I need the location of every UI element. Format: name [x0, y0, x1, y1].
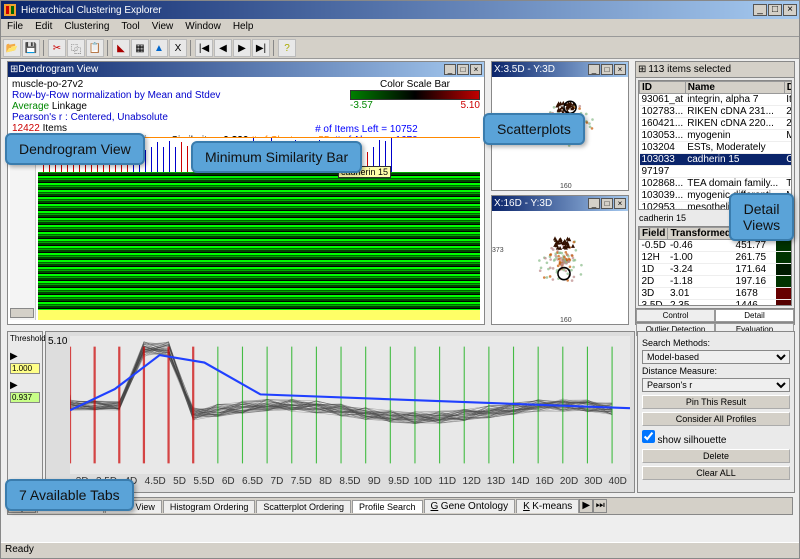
menu-clustering[interactable]: Clustering: [64, 21, 109, 34]
threshold-2[interactable]: 0.937: [10, 392, 40, 403]
scatterplot-2: X:16D - Y:3D_□× 160 373: [491, 195, 629, 325]
statusbar: Ready: [1, 542, 799, 558]
table-row[interactable]: 97197: [640, 166, 793, 178]
tool-b-icon[interactable]: ▦: [131, 39, 149, 57]
table-row[interactable]: 1D-3.24171.64: [640, 264, 793, 276]
dendrogram-pane: ⊞ Dendrogram View _□× muscle-po-27v2 Row…: [7, 61, 485, 325]
tab-histogram[interactable]: Histogram Ordering: [163, 500, 256, 513]
app-icon: [3, 3, 17, 17]
tab-nav-last-icon[interactable]: ⏭: [593, 499, 607, 513]
table-row[interactable]: 3.5D2.351446: [640, 300, 793, 307]
menu-file[interactable]: File: [7, 21, 23, 34]
distance-measure-select[interactable]: Pearson's r: [642, 378, 790, 392]
table-row[interactable]: 93061_atintegrin, alpha 7Itga7;alpha: [640, 94, 793, 106]
minimize-button[interactable]: _: [753, 4, 767, 16]
profile-canvas[interactable]: [70, 336, 630, 474]
correlation-label: Pearson's r : Centered, Unabsolute: [12, 112, 480, 123]
search-method-select[interactable]: Model-based: [642, 350, 790, 364]
tab-detail[interactable]: Detail: [715, 309, 794, 322]
dendro-pane-title: Dendrogram View: [18, 64, 98, 75]
callout-detail: Detail Views: [729, 193, 794, 241]
threshold-1[interactable]: 1.000: [10, 363, 40, 374]
tab-gene-ontology[interactable]: G Gene Ontology: [424, 499, 516, 513]
consider-button[interactable]: Consider All Profiles: [642, 412, 790, 426]
menu-tool[interactable]: Tool: [121, 21, 139, 34]
table-row[interactable]: 102783...RIKEN cDNA 231...2310009E1...: [640, 106, 793, 118]
table-row[interactable]: 103053...myogeninMyog;DNA: [640, 130, 793, 142]
search-controls: Search Methods: Model-based Distance Mea…: [637, 331, 795, 493]
tab-profile-search[interactable]: Profile Search: [352, 500, 423, 513]
tool-d-icon[interactable]: X: [169, 39, 187, 57]
tool-c-icon[interactable]: ▲: [150, 39, 168, 57]
table-row[interactable]: 102868...TEA domain family...Tead4;...: [640, 178, 793, 190]
tab-nav-next-icon[interactable]: ▶: [579, 499, 593, 513]
table-row[interactable]: 2D-1.18197.16: [640, 276, 793, 288]
callout-dendrogram: Dendrogram View: [5, 133, 145, 165]
table-row[interactable]: 12H-1.00261.75: [640, 252, 793, 264]
menubar: File Edit Clustering Tool View Window He…: [1, 19, 799, 37]
dendro-titlebar: ⊞ Dendrogram View _□×: [8, 62, 484, 77]
table-row[interactable]: 3D3.011678: [640, 288, 793, 300]
save-icon[interactable]: 💾: [22, 39, 40, 57]
color-scale-bar: Color Scale Bar -3.575.10: [350, 79, 480, 111]
table-row[interactable]: -0.5D-0.46451.77: [640, 240, 793, 252]
toolbar: 📂 💾 ✂ ⿻ 📋 ◣ ▦ ▲ X |◀ ◀ ▶ ▶| ?: [1, 37, 799, 59]
menu-edit[interactable]: Edit: [35, 21, 52, 34]
silhouette-checkbox[interactable]: [642, 430, 655, 443]
scatter1-title: X:3.5D - Y:3D: [494, 64, 555, 75]
tab-control[interactable]: Control: [636, 309, 715, 322]
pane-close-icon[interactable]: ×: [470, 64, 482, 75]
menu-help[interactable]: Help: [233, 21, 254, 34]
window-titlebar: Hierarchical Clustering Explorer _ □ ×: [1, 1, 799, 19]
cut-icon[interactable]: ✂: [48, 39, 66, 57]
maximize-button[interactable]: □: [768, 4, 782, 16]
threshold-panel: Thresholds: ▶ 1.000 ▶ 0.937: [7, 331, 43, 493]
callout-scatter: Scatterplots: [483, 113, 585, 145]
table-row[interactable]: 103033cadherin 15Cdh15;cad: [640, 154, 793, 166]
nav-last-icon[interactable]: ▶|: [252, 39, 270, 57]
callout-simbar: Minimum Similarity Bar: [191, 141, 362, 173]
close-button[interactable]: ×: [783, 4, 797, 16]
menu-view[interactable]: View: [152, 21, 174, 34]
tool-a-icon[interactable]: ◣: [112, 39, 130, 57]
table-row[interactable]: 160421...RIKEN cDNA 220...2200008D1...: [640, 118, 793, 130]
tab-kmeans[interactable]: K K-means: [516, 499, 579, 513]
nav-next-icon[interactable]: ▶: [233, 39, 251, 57]
pin-button[interactable]: Pin This Result: [642, 395, 790, 409]
selection-count: 113 items selected: [648, 64, 731, 75]
nav-first-icon[interactable]: |◀: [195, 39, 213, 57]
scatter2-canvas[interactable]: [504, 211, 624, 312]
profile-pane: 5.10 3D3.5D4D4.5D5D5.5D6D6.5D7D7.5D8D8.5…: [45, 331, 635, 493]
callout-tabs: 7 Available Tabs: [5, 479, 134, 511]
menu-window[interactable]: Window: [185, 21, 221, 34]
pane-maximize-icon[interactable]: □: [457, 64, 469, 75]
clear-button[interactable]: Clear ALL: [642, 466, 790, 480]
paste-icon[interactable]: 📋: [86, 39, 104, 57]
dendro-pane-icon: ⊞: [10, 64, 18, 75]
copy-icon[interactable]: ⿻: [67, 39, 85, 57]
tab-scatterplot[interactable]: Scatterplot Ordering: [256, 500, 351, 513]
delete-button[interactable]: Delete: [642, 449, 790, 463]
help-icon[interactable]: ?: [278, 39, 296, 57]
slider-knob-bottom[interactable]: [10, 308, 34, 318]
table-row[interactable]: 103204ESTs, Moderately: [640, 142, 793, 154]
items-table[interactable]: ID Name Description 93061_atintegrin, al…: [638, 80, 792, 210]
window-title: Hierarchical Clustering Explorer: [21, 5, 162, 16]
open-icon[interactable]: 📂: [3, 39, 21, 57]
scatter2-title: X:16D - Y:3D: [494, 198, 552, 209]
selection-icon: ⊞: [638, 64, 646, 75]
pane-minimize-icon[interactable]: _: [444, 64, 456, 75]
nav-prev-icon[interactable]: ◀: [214, 39, 232, 57]
profile-xaxis: 3D3.5D4D4.5D5D5.5D6D6.5D7D7.5D8D8.5D9D9.…: [70, 476, 630, 490]
heatmap-canvas[interactable]: [38, 172, 480, 320]
